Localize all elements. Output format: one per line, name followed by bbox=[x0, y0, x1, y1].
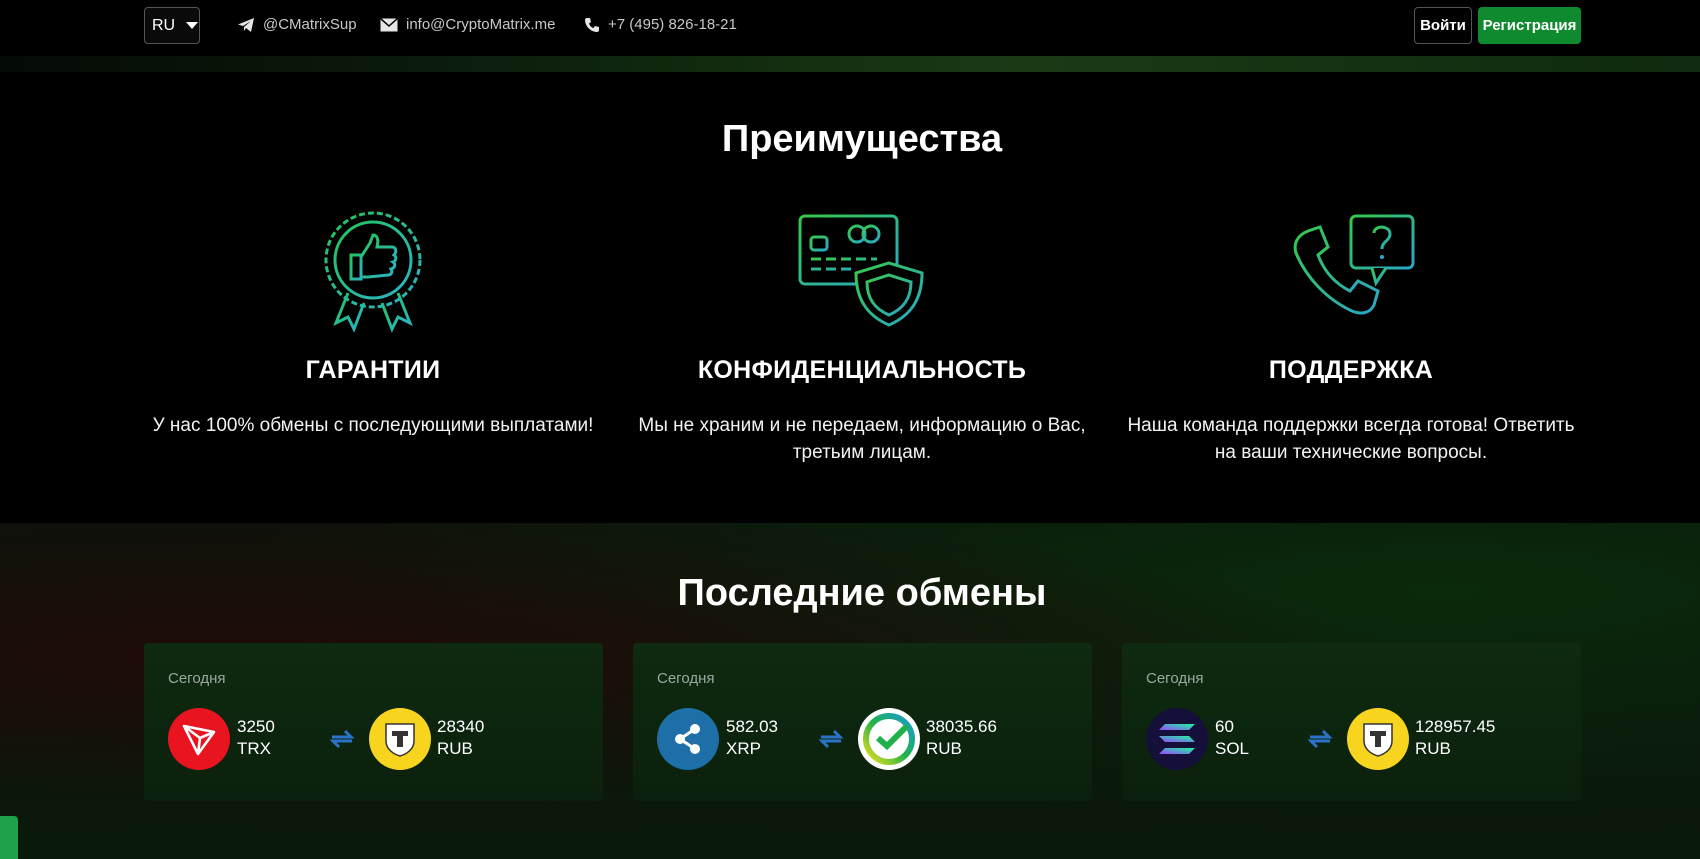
exchange-card[interactable]: Сегодня 3250 TRX 28340 RUB bbox=[144, 643, 603, 801]
telegram-handle: @CMatrixSup bbox=[263, 16, 357, 33]
email-address: info@CryptoMatrix.me bbox=[406, 16, 556, 33]
to-amount: 28340 bbox=[437, 717, 485, 736]
exchange-arrows-icon bbox=[329, 729, 355, 749]
exchange-from: 3250 TRX bbox=[237, 716, 275, 760]
advantage-text: У нас 100% обмены с последующими выплата… bbox=[152, 415, 594, 436]
ripple-icon bbox=[657, 708, 719, 770]
phone-number: +7 (495) 826-18-21 bbox=[608, 16, 737, 33]
from-amount: 3250 bbox=[237, 717, 275, 736]
chat-widget-tab[interactable] bbox=[0, 816, 18, 859]
to-currency: RUB bbox=[926, 739, 962, 758]
exchange-from: 582.03 XRP bbox=[726, 716, 778, 760]
advantage-text: Наша команда поддержки всегда готова! От… bbox=[1127, 415, 1575, 463]
register-button[interactable]: Регистрация bbox=[1478, 7, 1581, 44]
from-currency: SOL bbox=[1215, 739, 1250, 758]
telegram-link[interactable]: @CMatrixSup bbox=[237, 16, 357, 33]
advantages-title: Преимущества bbox=[721, 118, 1003, 160]
exchange-to: 28340 RUB bbox=[437, 716, 484, 760]
exchange-date: Сегодня bbox=[1146, 670, 1204, 687]
top-bar: RU @CMatrixSup info@CryptoMatrix.me +7 (… bbox=[0, 0, 1700, 56]
language-value: RU bbox=[152, 16, 176, 34]
advantage-text: Мы не храним и не передаем, информацию о… bbox=[638, 415, 1086, 463]
exchange-card[interactable]: Сегодня 60 SOL 128957.45 RUB bbox=[1122, 643, 1581, 801]
card-shield-icon bbox=[798, 214, 924, 327]
from-amount: 582.03 bbox=[726, 717, 778, 736]
advantage-guarantees: ГАРАНТИИ У нас 100% обмены с последующим… bbox=[143, 205, 603, 439]
email-link[interactable]: info@CryptoMatrix.me bbox=[380, 16, 555, 33]
advantage-privacy: КОНФИДЕНЦИАЛЬНОСТЬ Мы не храним и не пер… bbox=[632, 205, 1092, 466]
from-amount: 60 bbox=[1215, 717, 1234, 736]
login-button[interactable]: Войти bbox=[1414, 7, 1472, 44]
phone-question-icon bbox=[1293, 214, 1415, 314]
exchange-card[interactable]: Сегодня 582.03 XRP 38035.66 RUB bbox=[633, 643, 1092, 801]
to-amount: 38035.66 bbox=[926, 717, 997, 736]
from-currency: TRX bbox=[237, 739, 271, 758]
to-currency: RUB bbox=[437, 739, 473, 758]
exchanges-title: Последние обмены bbox=[677, 572, 1047, 614]
exchange-to: 38035.66 RUB bbox=[926, 716, 997, 760]
exchange-date: Сегодня bbox=[657, 670, 715, 687]
chevron-down-icon bbox=[186, 22, 199, 29]
exchange-date: Сегодня bbox=[168, 670, 226, 687]
advantage-title: КОНФИДЕНЦИАЛЬНОСТЬ bbox=[697, 356, 1027, 384]
tinkoff-icon bbox=[1347, 708, 1409, 770]
exchange-from: 60 SOL bbox=[1215, 716, 1249, 760]
to-currency: RUB bbox=[1415, 739, 1451, 758]
advantage-support: ПОДДЕРЖКА Наша команда поддержки всегда … bbox=[1121, 205, 1581, 466]
mail-icon bbox=[380, 17, 398, 31]
header-divider bbox=[0, 56, 1700, 72]
exchange-arrows-icon bbox=[1307, 729, 1333, 749]
telegram-icon bbox=[238, 17, 254, 32]
language-select[interactable]: RU bbox=[144, 7, 200, 44]
thumbs-up-badge-icon bbox=[324, 211, 422, 333]
phone-link[interactable]: +7 (495) 826-18-21 bbox=[584, 16, 737, 33]
advantage-title: ПОДДЕРЖКА bbox=[1268, 356, 1434, 384]
sberbank-icon bbox=[858, 708, 920, 770]
solana-icon bbox=[1146, 708, 1208, 770]
advantage-title: ГАРАНТИИ bbox=[305, 356, 441, 384]
exchange-arrows-icon bbox=[818, 729, 844, 749]
exchange-to: 128957.45 RUB bbox=[1415, 716, 1495, 760]
from-currency: XRP bbox=[726, 739, 761, 758]
tinkoff-icon bbox=[369, 708, 431, 770]
to-amount: 128957.45 bbox=[1415, 717, 1496, 736]
phone-icon bbox=[585, 17, 599, 32]
tron-icon bbox=[168, 708, 230, 770]
